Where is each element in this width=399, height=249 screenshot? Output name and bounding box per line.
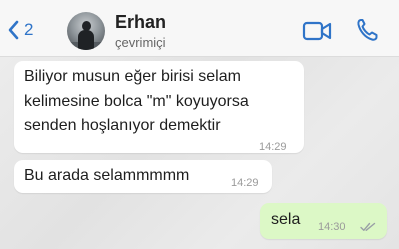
message-time: 14:29 [259,141,287,153]
chevron-left-icon [8,20,19,40]
message-text: Bu arada selammmmm [24,167,190,184]
back-button[interactable]: 2 [6,16,33,44]
message-time: 14:30 [318,221,346,233]
message-bubble-incoming[interactable]: Biliyor musun eğer birisi selam kelimesi… [14,61,304,153]
contact-name[interactable]: Erhan [115,12,166,33]
video-camera-icon[interactable] [302,20,332,42]
avatar[interactable] [67,12,105,50]
message-list: Biliyor musun eğer birisi selam kelimesi… [0,57,399,249]
message-time: 14:29 [231,177,259,189]
chat-header: 2 Erhan çevrimiçi [0,0,399,57]
message-text: Biliyor musun eğer birisi selam [24,68,241,85]
message-text: sela [271,211,301,228]
unread-count: 2 [24,20,34,39]
message-bubble-outgoing[interactable]: sela 14:30 [260,203,387,239]
message-text: senden hoşlanıyor demektir [24,117,221,134]
double-check-icon [360,222,376,231]
message-bubble-incoming[interactable]: Bu arada selammmmm 14:29 [14,160,272,193]
message-text: kelimesine bolca "m" koyuyorsa [24,93,249,110]
phone-icon[interactable] [356,18,378,42]
contact-status: çevrimiçi [115,35,166,50]
